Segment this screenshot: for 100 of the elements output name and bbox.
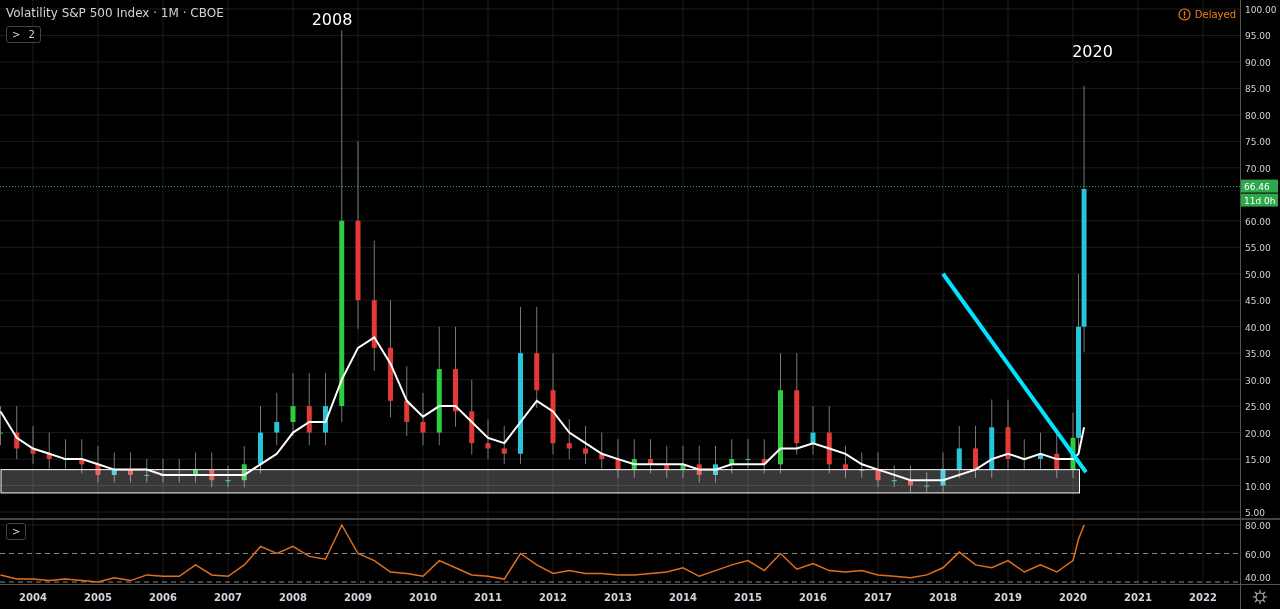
price-axis-label: 30.00 [1245, 375, 1271, 386]
indicator-axis-label: 80.00 [1245, 521, 1271, 531]
candle [1038, 432, 1043, 470]
settings-icon[interactable] [1252, 589, 1268, 605]
time-axis-label: 2014 [669, 592, 697, 603]
time-axis-label: 2021 [1124, 592, 1152, 603]
price-axis-label: 10.00 [1245, 481, 1271, 492]
candle [14, 405, 20, 460]
candle [566, 418, 572, 460]
candle [144, 458, 150, 484]
candle [875, 451, 881, 488]
year-annotation: 2020 [1072, 41, 1113, 61]
time-axis-label: 2016 [799, 592, 827, 603]
candle [128, 451, 133, 484]
candle [859, 451, 865, 479]
candle [696, 445, 702, 484]
candle [485, 418, 491, 460]
price-axis-label: 60.00 [1245, 216, 1271, 227]
indicator-toggle-button[interactable]: > [6, 523, 27, 540]
candle [290, 372, 296, 437]
price-axis-label: 25.00 [1245, 402, 1271, 413]
candle [225, 465, 231, 488]
time-axis-label: 2007 [214, 592, 242, 603]
candle [46, 432, 52, 470]
time-axis-label: 2004 [19, 592, 47, 603]
time-axis-label: 2006 [149, 592, 177, 603]
time-axis-label: 2011 [474, 592, 502, 603]
candle [745, 438, 751, 470]
candle [79, 438, 85, 474]
candle [1021, 438, 1027, 470]
candle [940, 451, 946, 493]
warning-icon [1177, 8, 1191, 21]
candle [404, 365, 410, 437]
price-axis-label: 55.00 [1245, 243, 1271, 254]
delayed-status: Delayed [1194, 8, 1236, 22]
time-axis-label: 2008 [279, 592, 307, 603]
candle [193, 451, 198, 484]
price-axis-label: 15.00 [1245, 455, 1271, 466]
symbol-title: Volatility S&P 500 Index · 1M · CBOE [6, 5, 224, 22]
time-axis-label: 2013 [604, 592, 632, 603]
time-axis-label: 2009 [344, 592, 372, 603]
candle [956, 425, 962, 479]
year-annotation: 2008 [311, 9, 353, 29]
price-axis-label: 80.00 [1245, 110, 1271, 121]
price-axis-label: 5.00 [1245, 508, 1266, 518]
time-axis-label: 2018 [929, 592, 957, 603]
candle [729, 438, 735, 474]
candle [111, 451, 117, 484]
candle [241, 445, 247, 488]
candle [0, 405, 3, 446]
candle [176, 458, 182, 484]
candle [583, 425, 588, 465]
time-axis-label: 2012 [539, 592, 567, 603]
bar-countdown-label: 11d 0h [1241, 193, 1278, 207]
candle [615, 438, 621, 479]
candle [631, 438, 637, 479]
time-axis-label: 2005 [84, 592, 112, 603]
price-axis-label: 90.00 [1245, 57, 1271, 68]
candle [160, 458, 166, 484]
candle [664, 445, 670, 479]
time-axis-label: 2010 [409, 592, 437, 603]
time-axis-label: 2017 [864, 592, 892, 603]
candle [501, 425, 507, 465]
candle [891, 465, 897, 488]
candle [680, 445, 686, 479]
candle [908, 465, 913, 493]
price-axis-label: 20.00 [1245, 428, 1271, 439]
indicator-axis-label: 40.00 [1245, 573, 1271, 583]
candle [63, 438, 68, 470]
candle [1005, 399, 1011, 470]
price-axis-label: 40.00 [1245, 322, 1271, 333]
candle [648, 438, 653, 474]
time-axis-label: 2019 [994, 592, 1022, 603]
candle [973, 425, 978, 479]
candle [810, 405, 816, 456]
candle [209, 451, 215, 488]
price-axis-label: 35.00 [1245, 349, 1271, 360]
price-axis-label: 95.00 [1245, 31, 1271, 42]
price-axis-label: 75.00 [1245, 137, 1271, 148]
candle [713, 445, 718, 484]
candle [826, 405, 832, 474]
candle [924, 471, 930, 493]
indicators-toggle-button[interactable]: > 2 [6, 26, 41, 43]
price-axis-label: 100.00 [1245, 5, 1277, 15]
price-axis-label: 70.00 [1245, 163, 1271, 174]
time-axis-label: 2022 [1189, 592, 1217, 603]
candle [843, 445, 848, 479]
candle [599, 432, 605, 470]
candle [761, 438, 767, 474]
candle [274, 392, 280, 446]
price-axis-label: 85.00 [1245, 84, 1271, 95]
last-price-label: 66.46 [1241, 179, 1278, 193]
candle [258, 405, 263, 474]
candle [95, 445, 101, 484]
candle [30, 425, 36, 465]
candle [420, 392, 426, 446]
time-axis-label: 2015 [734, 592, 762, 603]
time-axis-label: 2020 [1059, 592, 1087, 603]
price-axis-label: 50.00 [1245, 269, 1271, 280]
indicator-axis-label: 60.00 [1245, 549, 1271, 560]
